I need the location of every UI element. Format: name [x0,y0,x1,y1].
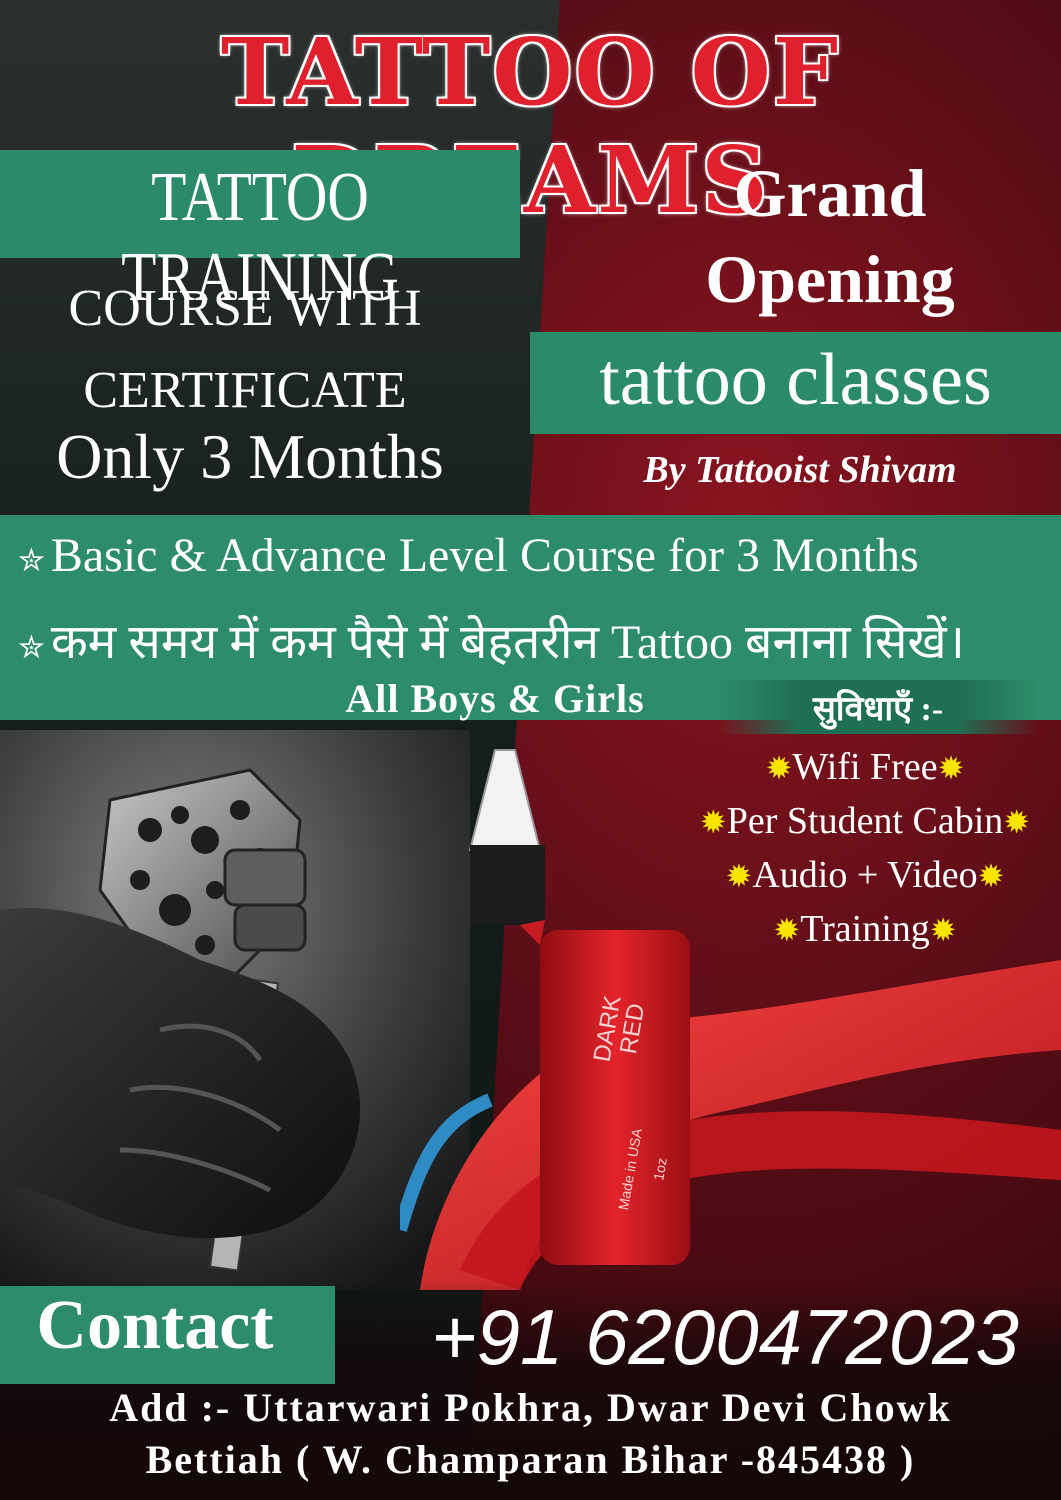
course-text: COURSE WITH CERTIFICATE [0,268,490,432]
facilities-heading: सुविधाएँ :- [812,691,944,728]
address-line-1: Add :- Uttarwari Pokhra, Dwar Devi Chowk [109,1385,952,1430]
feature-item-1: ✮ Basic & Advance Level Course for 3 Mont… [18,529,919,582]
star-icon: ✮ [18,542,45,578]
grand-opening: Grand Opening [610,150,1050,322]
grand-line-2: Opening [705,241,955,317]
feature-item-2: ✮ कम समय में कम पैसे में बेहतरीन Tattoo ब… [18,616,965,669]
star-icon: ✮ [18,629,45,665]
classes-heading: tattoo classes [599,339,992,421]
ink-bottle-image: DARK RED Made in USA 1oz [393,749,1061,1290]
audience-text: All Boys & Girls [345,676,645,721]
contact-phone[interactable]: +91 6200472023 [400,1292,1050,1383]
grand-line-1: Grand [733,155,927,231]
address-line-2: Bettiah ( W. Champaran Bihar -845438 ) [145,1437,916,1482]
contact-label: Contact [36,1287,274,1364]
tattooist-credit: By Tattooist Shivam [643,449,957,491]
course-duration: Only 3 Months [56,421,444,492]
ink-bottle-illustration: DARK RED Made in USA 1oz [393,730,1061,1290]
course-line-1: COURSE WITH [68,280,422,337]
